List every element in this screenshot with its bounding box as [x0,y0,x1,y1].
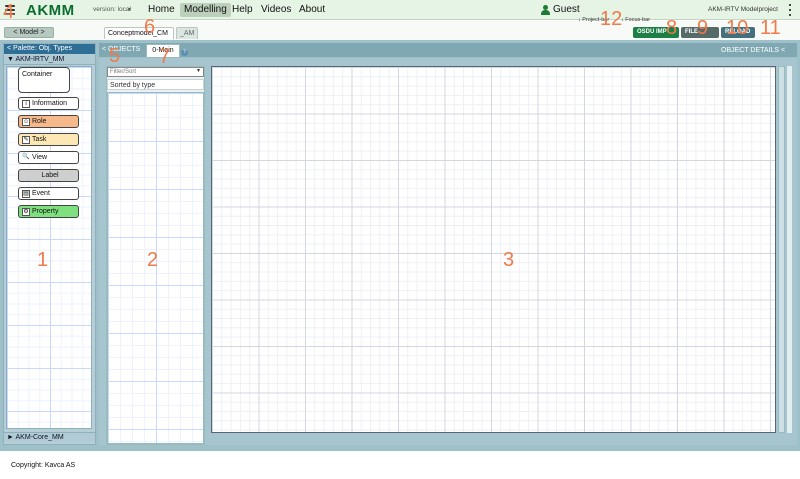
focus-bar-toggle[interactable]: ↓ Focus-bar [621,17,650,23]
nav-home[interactable]: Home [144,3,179,17]
magnifier-icon: 🔍 [22,153,30,160]
annotation-7: 7 [159,46,171,68]
object-details-toggle[interactable]: OBJECT DETAILS < [721,47,785,54]
user-menu[interactable]: Guest [541,4,580,15]
palette-type-event[interactable]: ▤ Event [18,187,79,200]
palette-metamodel-irtv[interactable]: ▼ AKM-IRTV_MM [4,55,95,65]
annotation-1: 1 [37,249,49,271]
annotation-4: 4 [3,1,15,23]
annotation-5: 5 [109,45,121,67]
palette-type-container[interactable]: Container [18,67,70,93]
information-icon: i [22,99,30,108]
chevron-down-icon[interactable]: ▾ [197,67,200,74]
palette-header[interactable]: < Palette: Obj. Types [4,44,95,54]
annotation-8: 8 [666,17,678,39]
tab-conceptmodel[interactable]: Conceptmodel_CM [104,27,174,39]
palette-type-information[interactable]: i Information [18,97,79,110]
palette-type-view[interactable]: 🔍 View [18,151,79,164]
nav-about[interactable]: About [295,3,329,17]
sorted-by-label: Sorted by type [107,79,204,90]
palette-type-task[interactable]: ✎ Task [18,133,79,146]
property-icon: ⚙ [22,207,30,216]
project-name: AKM-IRTV Modelproject [708,6,778,13]
help-icon[interactable]: ? [181,49,188,56]
model-button[interactable]: < Model > [4,27,54,38]
kebab-menu-icon[interactable] [788,4,792,16]
palette-metamodel-core[interactable]: ► AKM-Core_MM [4,432,95,442]
nav-videos[interactable]: Videos [257,3,295,17]
annotation-12: 12 [600,8,623,30]
modeller-tab-strip [99,43,797,57]
annotation-11: 11 [760,17,781,39]
palette-type-role[interactable]: ☺ Role [18,115,79,128]
app-brand[interactable]: AKMM [26,2,75,19]
palette-type-label: Container [22,71,53,78]
annotation-2: 2 [147,249,159,271]
annotation-6: 6 [144,16,156,38]
role-icon: ☺ [22,117,30,126]
event-icon: ▤ [22,189,30,198]
nav-help[interactable]: Help [228,3,257,17]
user-name: Guest [553,4,580,15]
nav-modelling[interactable]: Modelling [180,3,231,17]
annotation-3: 3 [503,249,515,271]
canvas-edge [787,66,792,433]
copyright-text: Copyright: Kavca AS [11,462,76,469]
version-selector[interactable]: version: local [93,6,131,13]
annotation-10: 10 [726,17,749,39]
task-icon: ✎ [22,135,30,144]
palette-type-label[interactable]: Label [18,169,79,182]
palette-type-property[interactable]: ⚙ Property [18,205,79,218]
filter-sort-select[interactable]: Filter/Sort [107,67,204,77]
chevron-down-icon[interactable]: ▾ [128,6,131,13]
diagram-canvas[interactable] [211,66,776,433]
user-icon [541,4,550,15]
objects-tab[interactable]: < OBJECTS [102,46,140,53]
canvas-scrollbar[interactable] [778,66,785,433]
tab-am[interactable]: _AM [176,27,198,39]
annotation-9: 9 [697,17,709,39]
